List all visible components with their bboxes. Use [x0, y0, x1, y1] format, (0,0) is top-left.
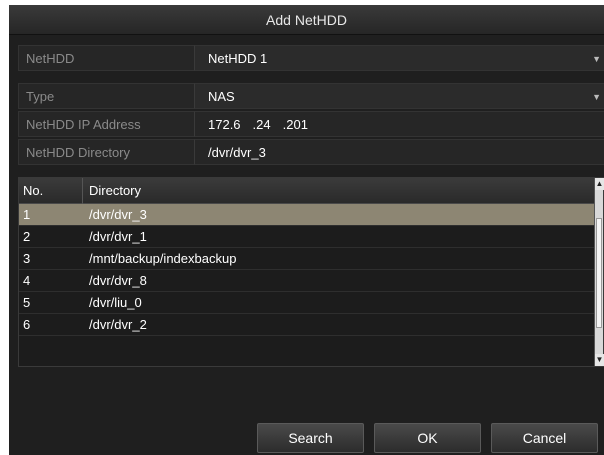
row-no: 2	[23, 229, 31, 244]
chevron-down-icon[interactable]: ▼	[592, 55, 601, 64]
search-button[interactable]: Search	[257, 423, 364, 453]
directory-table: No. Directory 1 /dvr/dvr_3 2 /dvr/dvr_1 …	[18, 177, 604, 367]
row-directory: /dvr/dvr_1	[89, 229, 147, 244]
nethdd-label: NetHDD	[18, 45, 195, 71]
row-directory: /dvr/dvr_3	[89, 207, 147, 222]
row-no: 6	[23, 317, 31, 332]
row-no: 3	[23, 251, 31, 266]
add-nethdd-dialog: Add NetHDD NetHDD NetHDD 1 ▼ Type NAS ▼ …	[9, 5, 604, 455]
row-no: 5	[23, 295, 31, 310]
table-row[interactable]: 2 /dvr/dvr_1	[19, 226, 595, 248]
ip-row: NetHDD IP Address 172.6 .24 .201	[18, 111, 604, 137]
dialog-title: Add NetHDD	[9, 5, 604, 35]
nethdd-select[interactable]: NetHDD 1 ▼	[195, 45, 604, 71]
chevron-down-icon[interactable]: ▼	[592, 93, 601, 102]
chevron-up-icon[interactable]: ▲	[595, 178, 604, 190]
row-directory: /dvr/dvr_2	[89, 317, 147, 332]
ip-address-field[interactable]: 172.6 .24 .201	[195, 111, 604, 137]
directory-label: NetHDD Directory	[18, 139, 195, 165]
table-row[interactable]: 6 /dvr/dvr_2	[19, 314, 595, 336]
type-select[interactable]: NAS ▼	[195, 83, 604, 109]
row-directory: /dvr/dvr_8	[89, 273, 147, 288]
table-row[interactable]: 1 /dvr/dvr_3	[19, 204, 595, 226]
chevron-down-icon[interactable]: ▼	[595, 354, 604, 366]
row-no: 1	[23, 207, 31, 222]
column-header-no: No.	[23, 183, 44, 198]
table-scrollbar[interactable]: ▲ ▼	[594, 178, 604, 366]
ip-segment-2[interactable]: .24	[253, 112, 271, 138]
nethdd-row: NetHDD NetHDD 1 ▼	[18, 45, 604, 71]
row-directory: /dvr/liu_0	[89, 295, 142, 310]
column-divider	[82, 178, 83, 204]
type-select-value: NAS	[208, 89, 235, 104]
directory-row: NetHDD Directory /dvr/dvr_3	[18, 139, 604, 165]
nethdd-select-value: NetHDD 1	[208, 51, 268, 66]
table-row[interactable]: 5 /dvr/liu_0	[19, 292, 595, 314]
column-header-directory: Directory	[89, 183, 142, 198]
cancel-button[interactable]: Cancel	[491, 423, 598, 453]
row-directory: /mnt/backup/indexbackup	[89, 251, 237, 266]
ip-label: NetHDD IP Address	[18, 111, 195, 137]
ip-segment-1[interactable]: 172.6	[208, 112, 241, 138]
directory-field[interactable]: /dvr/dvr_3	[195, 139, 604, 165]
type-row: Type NAS ▼	[18, 83, 604, 109]
scrollbar-thumb[interactable]	[596, 218, 602, 328]
ip-segment-3[interactable]: .201	[283, 112, 308, 138]
table-header: No. Directory	[19, 178, 595, 204]
ok-button[interactable]: OK	[374, 423, 481, 453]
table-row[interactable]: 4 /dvr/dvr_8	[19, 270, 595, 292]
row-no: 4	[23, 273, 31, 288]
type-label: Type	[18, 83, 195, 109]
table-row[interactable]: 3 /mnt/backup/indexbackup	[19, 248, 595, 270]
table-rows: 1 /dvr/dvr_3 2 /dvr/dvr_1 3 /mnt/backup/…	[19, 204, 595, 336]
